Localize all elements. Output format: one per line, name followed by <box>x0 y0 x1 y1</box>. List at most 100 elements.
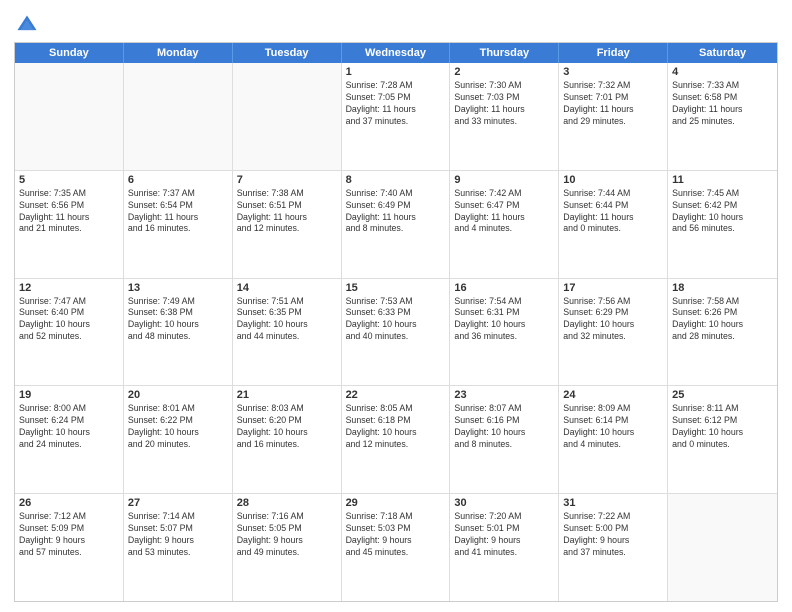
calendar-cell: 28 Sunrise: 7:16 AM Sunset: 5:05 PM Dayli… <box>233 494 342 601</box>
calendar-row: 1Sunrise: 7:28 AM Sunset: 7:05 PM Daylig… <box>15 63 777 170</box>
day-number: 25 <box>672 389 773 401</box>
day-number: 11 <box>672 174 773 186</box>
day-info: Sunrise: 8:05 AM Sunset: 6:18 PM Dayligh… <box>346 403 446 451</box>
day-number: 10 <box>563 174 663 186</box>
calendar-cell: 17 Sunrise: 7:56 AM Sunset: 6:29 PM Dayli… <box>559 279 668 386</box>
logo-icon <box>16 14 38 36</box>
day-info: Sunrise: 7:37 AM Sunset: 6:54 PM Dayligh… <box>128 188 228 236</box>
day-number: 28 <box>237 497 337 509</box>
day-info: Sunrise: 8:01 AM Sunset: 6:22 PM Dayligh… <box>128 403 228 451</box>
day-info: Sunrise: 7:47 AM Sunset: 6:40 PM Dayligh… <box>19 296 119 344</box>
day-number: 7 <box>237 174 337 186</box>
weekday-header: Friday <box>559 43 668 63</box>
header <box>14 10 778 36</box>
weekday-header: Sunday <box>15 43 124 63</box>
day-info: Sunrise: 7:40 AM Sunset: 6:49 PM Dayligh… <box>346 188 446 236</box>
calendar-cell: 13 Sunrise: 7:49 AM Sunset: 6:38 PM Dayli… <box>124 279 233 386</box>
day-number: 16 <box>454 282 554 294</box>
day-info: Sunrise: 8:00 AM Sunset: 6:24 PM Dayligh… <box>19 403 119 451</box>
calendar-cell: 12 Sunrise: 7:47 AM Sunset: 6:40 PM Dayli… <box>15 279 124 386</box>
day-info: Sunrise: 8:09 AM Sunset: 6:14 PM Dayligh… <box>563 403 663 451</box>
day-info: Sunrise: 7:38 AM Sunset: 6:51 PM Dayligh… <box>237 188 337 236</box>
day-info: Sunrise: 7:56 AM Sunset: 6:29 PM Dayligh… <box>563 296 663 344</box>
weekday-header: Monday <box>124 43 233 63</box>
day-number: 15 <box>346 282 446 294</box>
calendar-cell: 4 Sunrise: 7:33 AM Sunset: 6:58 PM Daylig… <box>668 63 777 170</box>
calendar-cell: 6 Sunrise: 7:37 AM Sunset: 6:54 PM Daylig… <box>124 171 233 278</box>
day-info: Sunrise: 7:44 AM Sunset: 6:44 PM Dayligh… <box>563 188 663 236</box>
day-number: 17 <box>563 282 663 294</box>
day-number: 4 <box>672 66 773 78</box>
calendar-cell: 11Sunrise: 7:45 AM Sunset: 6:42 PM Dayli… <box>668 171 777 278</box>
day-info: Sunrise: 7:49 AM Sunset: 6:38 PM Dayligh… <box>128 296 228 344</box>
calendar-row: 5 Sunrise: 7:35 AM Sunset: 6:56 PM Daylig… <box>15 170 777 278</box>
day-number: 9 <box>454 174 554 186</box>
calendar-cell: 26Sunrise: 7:12 AM Sunset: 5:09 PM Dayli… <box>15 494 124 601</box>
calendar-cell: 24 Sunrise: 8:09 AM Sunset: 6:14 PM Dayli… <box>559 386 668 493</box>
calendar-cell <box>124 63 233 170</box>
day-info: Sunrise: 7:16 AM Sunset: 5:05 PM Dayligh… <box>237 511 337 559</box>
calendar-cell: 21 Sunrise: 8:03 AM Sunset: 6:20 PM Dayli… <box>233 386 342 493</box>
day-number: 2 <box>454 66 554 78</box>
day-info: Sunrise: 7:58 AM Sunset: 6:26 PM Dayligh… <box>672 296 773 344</box>
weekday-header: Tuesday <box>233 43 342 63</box>
calendar-row: 12 Sunrise: 7:47 AM Sunset: 6:40 PM Dayli… <box>15 278 777 386</box>
day-number: 13 <box>128 282 228 294</box>
calendar-cell: 30Sunrise: 7:20 AM Sunset: 5:01 PM Dayli… <box>450 494 559 601</box>
calendar-row: 19 Sunrise: 8:00 AM Sunset: 6:24 PM Dayli… <box>15 385 777 493</box>
day-number: 19 <box>19 389 119 401</box>
calendar-cell: 5 Sunrise: 7:35 AM Sunset: 6:56 PM Daylig… <box>15 171 124 278</box>
day-number: 12 <box>19 282 119 294</box>
calendar-cell: 31 Sunrise: 7:22 AM Sunset: 5:00 PM Dayli… <box>559 494 668 601</box>
day-number: 8 <box>346 174 446 186</box>
day-info: Sunrise: 7:51 AM Sunset: 6:35 PM Dayligh… <box>237 296 337 344</box>
day-info: Sunrise: 7:22 AM Sunset: 5:00 PM Dayligh… <box>563 511 663 559</box>
calendar-cell: 7 Sunrise: 7:38 AM Sunset: 6:51 PM Daylig… <box>233 171 342 278</box>
calendar-cell: 8 Sunrise: 7:40 AM Sunset: 6:49 PM Daylig… <box>342 171 451 278</box>
logo <box>14 14 38 36</box>
day-number: 20 <box>128 389 228 401</box>
calendar-cell: 10 Sunrise: 7:44 AM Sunset: 6:44 PM Dayli… <box>559 171 668 278</box>
calendar-cell: 22 Sunrise: 8:05 AM Sunset: 6:18 PM Dayli… <box>342 386 451 493</box>
day-info: Sunrise: 7:14 AM Sunset: 5:07 PM Dayligh… <box>128 511 228 559</box>
calendar-cell: 15Sunrise: 7:53 AM Sunset: 6:33 PM Dayli… <box>342 279 451 386</box>
weekday-header: Wednesday <box>342 43 451 63</box>
day-info: Sunrise: 7:42 AM Sunset: 6:47 PM Dayligh… <box>454 188 554 236</box>
calendar-header: SundayMondayTuesdayWednesdayThursdayFrid… <box>15 43 777 63</box>
day-info: Sunrise: 7:20 AM Sunset: 5:01 PM Dayligh… <box>454 511 554 559</box>
calendar-cell: 14 Sunrise: 7:51 AM Sunset: 6:35 PM Dayli… <box>233 279 342 386</box>
day-number: 24 <box>563 389 663 401</box>
day-info: Sunrise: 7:33 AM Sunset: 6:58 PM Dayligh… <box>672 80 773 128</box>
day-info: Sunrise: 8:03 AM Sunset: 6:20 PM Dayligh… <box>237 403 337 451</box>
day-number: 21 <box>237 389 337 401</box>
weekday-header: Thursday <box>450 43 559 63</box>
calendar-cell <box>15 63 124 170</box>
day-number: 3 <box>563 66 663 78</box>
day-info: Sunrise: 8:11 AM Sunset: 6:12 PM Dayligh… <box>672 403 773 451</box>
day-number: 14 <box>237 282 337 294</box>
day-number: 29 <box>346 497 446 509</box>
day-info: Sunrise: 7:18 AM Sunset: 5:03 PM Dayligh… <box>346 511 446 559</box>
day-number: 31 <box>563 497 663 509</box>
calendar-cell: 2 Sunrise: 7:30 AM Sunset: 7:03 PM Daylig… <box>450 63 559 170</box>
calendar-cell: 16Sunrise: 7:54 AM Sunset: 6:31 PM Dayli… <box>450 279 559 386</box>
day-info: Sunrise: 7:32 AM Sunset: 7:01 PM Dayligh… <box>563 80 663 128</box>
calendar-cell: 27 Sunrise: 7:14 AM Sunset: 5:07 PM Dayli… <box>124 494 233 601</box>
day-number: 27 <box>128 497 228 509</box>
calendar-cell: 23Sunrise: 8:07 AM Sunset: 6:16 PM Dayli… <box>450 386 559 493</box>
day-info: Sunrise: 7:12 AM Sunset: 5:09 PM Dayligh… <box>19 511 119 559</box>
day-info: Sunrise: 7:28 AM Sunset: 7:05 PM Dayligh… <box>346 80 446 128</box>
day-info: Sunrise: 7:35 AM Sunset: 6:56 PM Dayligh… <box>19 188 119 236</box>
day-number: 22 <box>346 389 446 401</box>
calendar-cell: 3 Sunrise: 7:32 AM Sunset: 7:01 PM Daylig… <box>559 63 668 170</box>
calendar-cell <box>668 494 777 601</box>
day-number: 6 <box>128 174 228 186</box>
calendar-row: 26Sunrise: 7:12 AM Sunset: 5:09 PM Dayli… <box>15 493 777 601</box>
day-number: 5 <box>19 174 119 186</box>
day-info: Sunrise: 7:30 AM Sunset: 7:03 PM Dayligh… <box>454 80 554 128</box>
day-info: Sunrise: 8:07 AM Sunset: 6:16 PM Dayligh… <box>454 403 554 451</box>
calendar-cell: 1Sunrise: 7:28 AM Sunset: 7:05 PM Daylig… <box>342 63 451 170</box>
calendar-cell: 20 Sunrise: 8:01 AM Sunset: 6:22 PM Dayli… <box>124 386 233 493</box>
calendar-cell: 9 Sunrise: 7:42 AM Sunset: 6:47 PM Daylig… <box>450 171 559 278</box>
weekday-header: Saturday <box>668 43 777 63</box>
